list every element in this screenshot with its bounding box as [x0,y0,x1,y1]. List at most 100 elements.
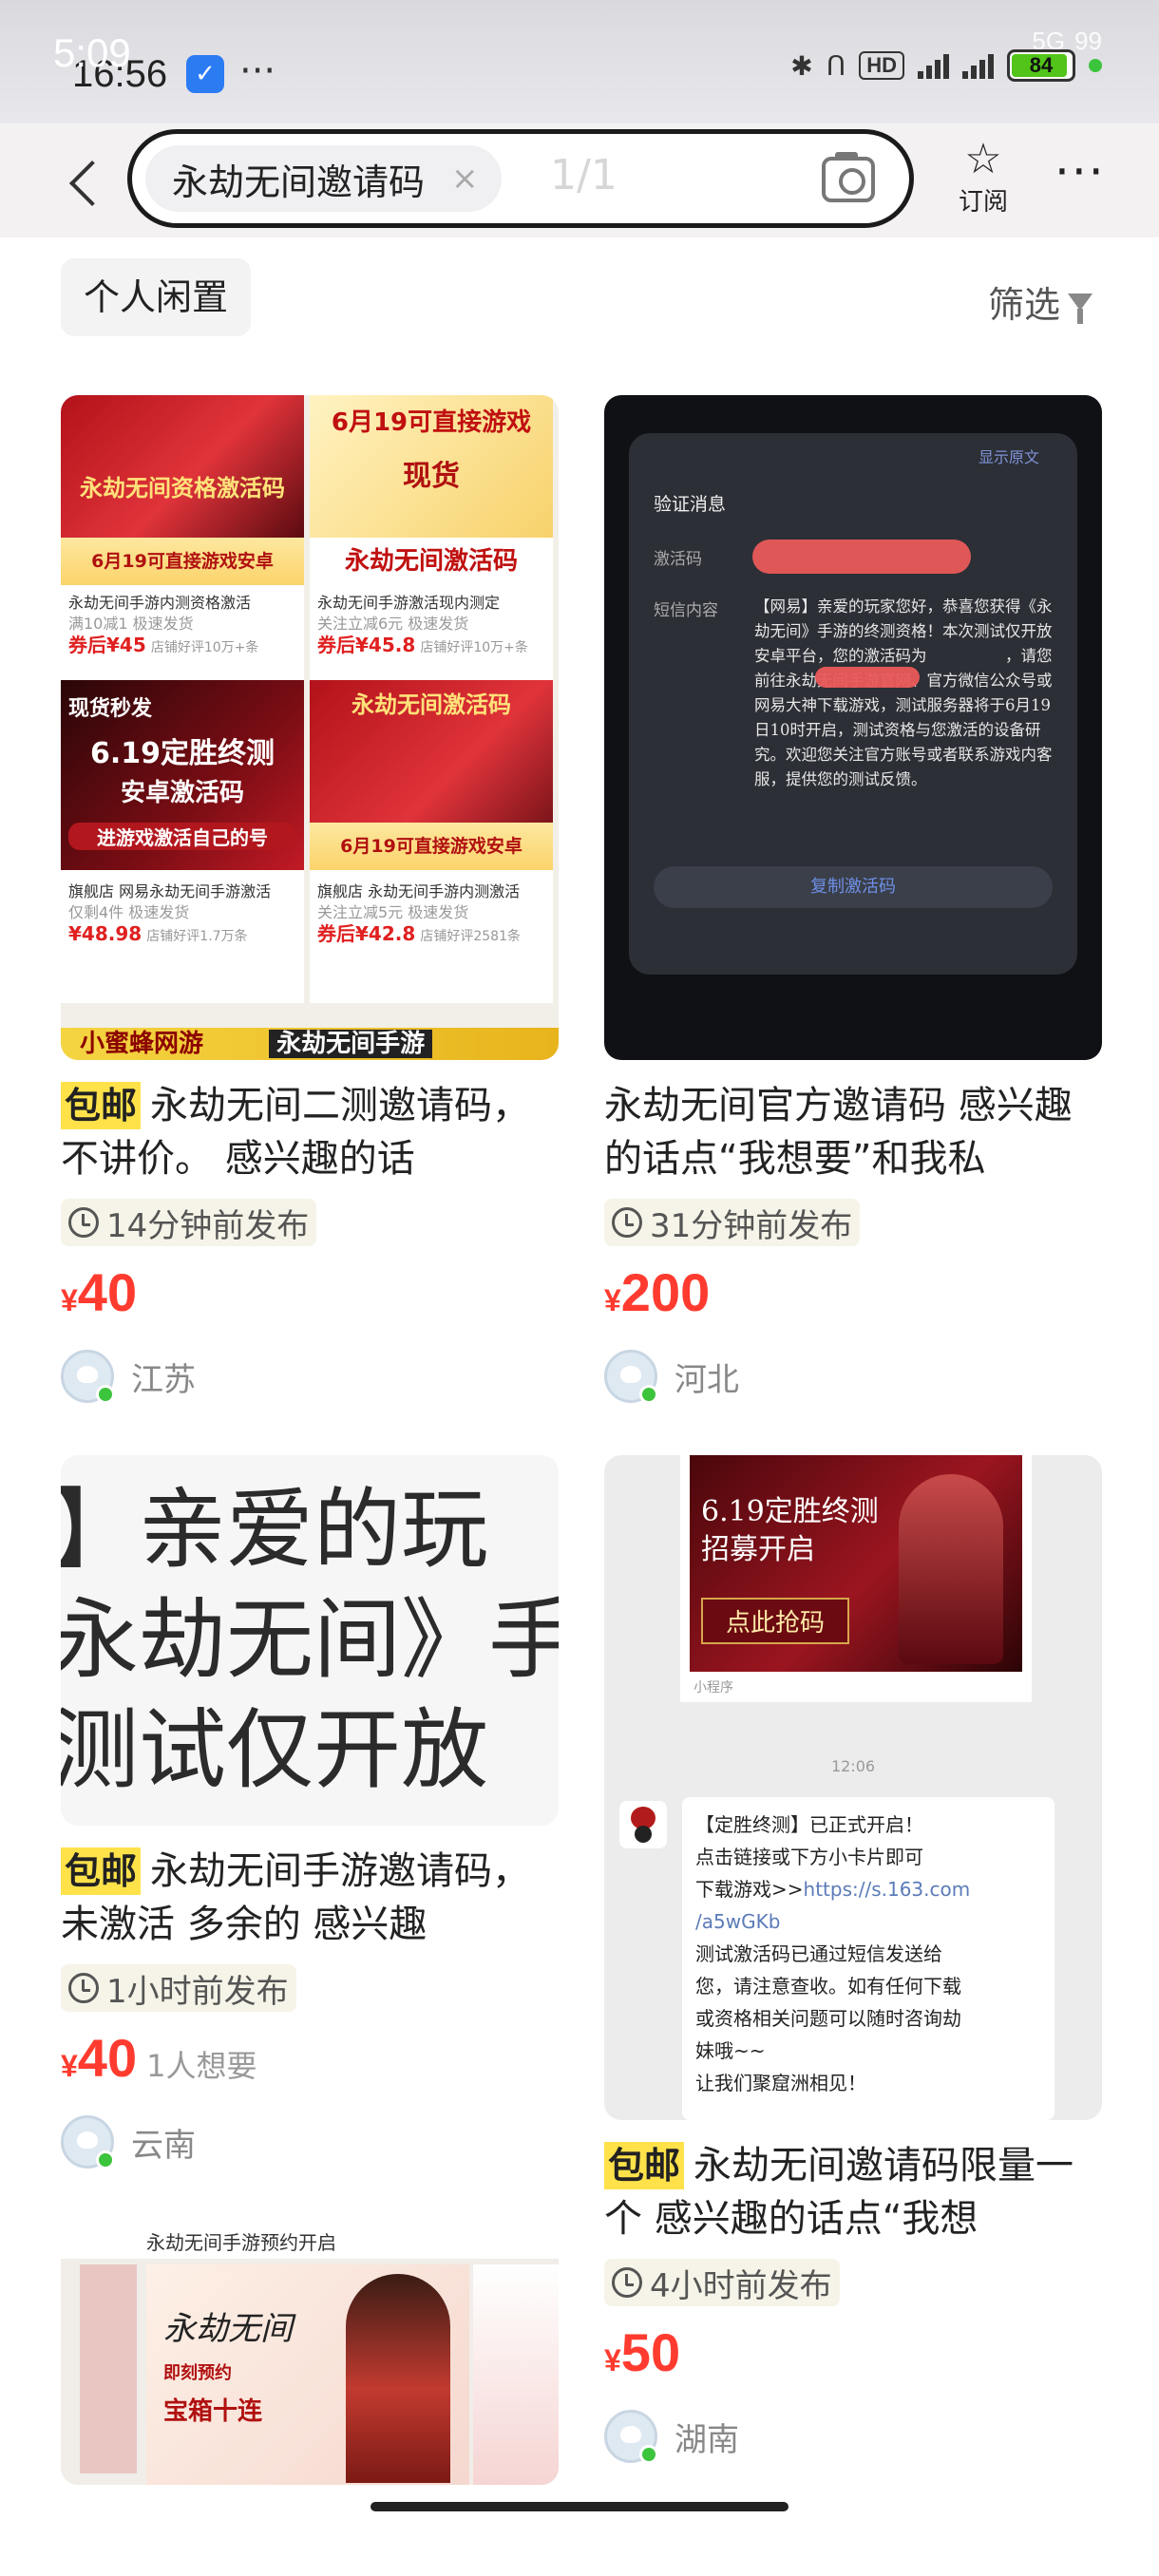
ad-picture: 永劫无间激活码 6月19可直接游戏安卓 [310,680,553,870]
ad-headline: 安卓激活码 [120,779,244,807]
search-input[interactable]: 永劫无间邀请码 × 1/1 [127,129,914,228]
seller-row[interactable]: 云南 [61,2115,559,2169]
chat-avatar [619,1801,667,1848]
field-label: 激活码 [654,550,702,569]
listing-card[interactable]: 显示原文 验证消息 激活码 短信内容 【网易】亲爱的玩家您好，恭喜您获得《永劫无… [604,395,1102,1404]
poster-headline: 6.19定胜终测 招募开启 [701,1495,879,1566]
poster-subtitle: 即刻预约 [163,2363,232,2383]
listing-title[interactable]: 包邮 永劫无间手游邀请码，未激活 多余的 感兴趣 [61,1845,559,1951]
subscribe-button[interactable]: ☆ 订阅 [950,137,1016,218]
filter-button[interactable]: 筛选 [988,275,1092,328]
funnel-icon [1068,293,1092,324]
seller-row[interactable]: 湖南 [604,2410,1102,2464]
ad-band: 6月19可直接游戏安卓 [61,538,304,585]
ad-tile: 永劫无间资格激活码 6月19可直接游戏安卓 永劫无间手游内测资格激活 满10减1… [61,395,304,718]
ad-headline: 6.19定胜终测 [89,737,276,770]
seller-avatar[interactable] [604,2410,658,2464]
ad-band: 永劫无间激活码 [310,538,553,585]
bluetooth-icon: ✱ [790,50,813,81]
ad-text: 旗舰店 网易永劫无间手游激活 仅剩4件 极速发货 ¥48.98 店铺好评1.7万… [68,882,272,945]
clock-icon [612,1207,642,1238]
price: ¥200 [604,1262,711,1322]
ad-text: 旗舰店 永劫无间手游内测激活 关注立减5元 极速发货 券后¥42.8 店铺好评2… [317,882,521,945]
ad-picture: 永劫无间资格激活码 [61,395,304,538]
game-poster: 永劫无间 即刻预约 宝箱十连 [146,2264,469,2485]
price: ¥40 [61,2028,138,2088]
redaction-mark [815,667,920,688]
signal-icon-2 [962,52,994,79]
want-count: 1人想要 [146,2048,257,2084]
seller-avatar[interactable] [61,2115,115,2169]
ad-headline: 现货秒发 [68,697,153,721]
posted-time: 14分钟前发布 [61,1199,317,1246]
price-row: ¥50 [604,2321,1102,2383]
clear-query-icon[interactable]: × [451,160,479,198]
listing-card[interactable]: 永劫无间手游预约开启 永劫无间 即刻预约 宝箱十连 [61,2226,559,2485]
listing-image[interactable]: 】亲爱的玩 永劫无间》手 测试仅开放 [61,1455,559,1826]
image-text-line: 永劫无间》手 [61,1589,559,1691]
listing-image[interactable]: 显示原文 验证消息 激活码 短信内容 【网易】亲爱的玩家您好，恭喜您获得《永劫无… [604,395,1102,1060]
show-original-label: 显示原文 [978,448,1039,466]
ad-picture: 6月19可直接游戏 现货 [310,395,553,538]
signal-icon [918,52,949,79]
online-indicator [639,1385,658,1404]
listing-card[interactable]: 】亲爱的玩 永劫无间》手 测试仅开放 包邮 永劫无间手游邀请码，未激活 多余的 感… [61,1455,559,2169]
seller-row[interactable]: 河北 [604,1350,1102,1404]
pin-icon: ☆ [964,135,1002,183]
seller-avatar[interactable] [604,1350,658,1404]
online-indicator [639,2445,658,2464]
seller-location: 湖南 [674,2420,739,2459]
listing-image[interactable]: 6.19定胜终测 招募开启 点此抢码 小程序 12:06 【定胜终测】已正式开启！… [604,1455,1102,2120]
ad-strip: 小蜜蜂网游 永劫无间手游 [61,1028,559,1060]
listing-card[interactable]: 永劫无间资格激活码 6月19可直接游戏安卓 永劫无间手游内测资格激活 满10减1… [61,395,559,1404]
clock-icon [68,1973,99,2003]
page-indicator: 1/1 [550,151,618,199]
camera-search-icon[interactable] [822,152,875,202]
online-indicator [96,1385,115,1404]
more-options-button[interactable]: ··· [1054,144,1106,199]
category-chip-personal-idle[interactable]: 个人闲置 [61,258,252,336]
price-row: ¥40 [61,1261,559,1323]
status-icons: ✱ ᑎ HD 84 [790,49,1102,82]
listing-card[interactable]: 6.19定胜终测 招募开启 点此抢码 小程序 12:06 【定胜终测】已正式开启！… [604,1455,1102,2464]
clock-icon [68,1207,99,1238]
dialog-title: 验证消息 [654,494,727,515]
chat-timestamp: 12:06 [830,1757,876,1775]
filter-label: 筛选 [987,284,1060,326]
image-side-panel [473,2264,559,2485]
copy-code-button: 复制激活码 [654,866,1053,908]
app-notification-icon: ✓ [186,55,224,93]
seller-row[interactable]: 江苏 [61,1350,559,1404]
listing-title[interactable]: 包邮 永劫无间邀请码限量一个 感兴趣的话点“我想 [604,2139,1102,2245]
notification-more-icon: ··· [239,49,276,93]
listing-title[interactable]: 包邮 永劫无间二测邀请码，不讲价。 感兴趣的话 [61,1079,559,1185]
ad-tile: 现货秒发 6.19定胜终测 安卓激活码 进游戏激活自己的号 旗舰店 网易永劫无间… [61,680,304,1003]
free-shipping-badge: 包邮 [61,1847,142,1895]
search-query-chip[interactable]: 永劫无间邀请码 × [145,145,502,212]
ad-headline: 现货 [403,460,460,493]
seller-location: 云南 [131,2126,196,2165]
status-time-overlay: 5:09 [53,30,131,75]
image-text-line: 】亲爱的玩 [61,1479,489,1581]
ad-headline: 6月19可直接游戏 [331,408,532,437]
clock-icon [612,2267,642,2298]
field-label: 短信内容 [654,601,718,620]
mini-program-label: 小程序 [694,1680,733,1695]
posted-time: 4小时前发布 [604,2259,840,2306]
ad-band: 进游戏激活自己的号 [68,823,296,850]
home-indicator[interactable] [370,2502,788,2511]
price-row: ¥200 [604,1261,1102,1323]
listing-image[interactable]: 永劫无间手游预约开启 永劫无间 即刻预约 宝箱十连 [61,2226,559,2485]
free-shipping-badge: 包邮 [604,2142,685,2189]
character-figure [346,2274,450,2483]
price: ¥40 [61,1262,138,1322]
back-button[interactable] [53,148,110,215]
listing-title[interactable]: 永劫无间官方邀请码 感兴趣的话点“我想要”和我私 [604,1079,1102,1185]
ad-headline: 永劫无间资格激活码 [80,475,285,502]
ad-text: 永劫无间手游内测资格激活 满10减1 极速发货 券后¥45 店铺好评10万+条 [68,594,259,656]
free-shipping-badge: 包邮 [61,1082,142,1129]
seller-avatar[interactable] [61,1350,115,1404]
subscribe-label: 订阅 [958,188,1008,217]
listing-image[interactable]: 永劫无间资格激活码 6月19可直接游戏安卓 永劫无间手游内测资格激活 满10减1… [61,395,559,1060]
verification-message-screenshot: 显示原文 验证消息 激活码 短信内容 【网易】亲爱的玩家您好，恭喜您获得《永劫无… [629,433,1077,975]
